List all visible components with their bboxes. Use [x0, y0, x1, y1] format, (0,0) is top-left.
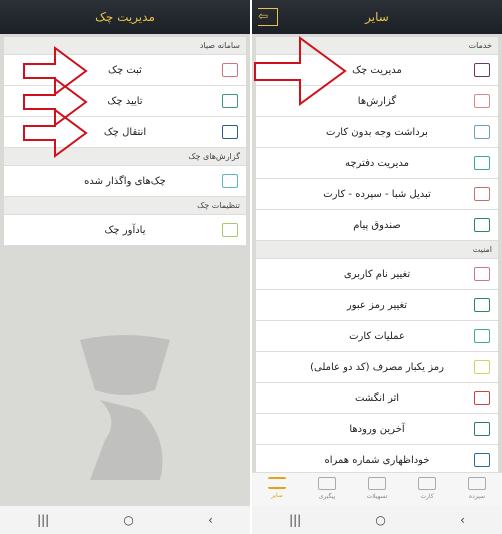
- otp-lock-icon: [474, 360, 490, 374]
- menu-icon: [268, 477, 286, 489]
- menu-item[interactable]: تبدیل شبا - سپرده - کارت: [256, 179, 498, 210]
- tracking-icon: [318, 477, 336, 490]
- menu-item[interactable]: تغییر رمز عبور: [256, 290, 498, 321]
- last-logins-icon: [474, 422, 490, 436]
- menu-item-label: عملیات کارت: [349, 331, 405, 342]
- menu-item-label: چک‌های واگذار شده: [84, 176, 166, 187]
- tab-deposit[interactable]: سپرده: [452, 473, 502, 506]
- logout-icon[interactable]: ⇦: [258, 8, 278, 26]
- menu-item[interactable]: عملیات کارت: [256, 321, 498, 352]
- menu-item[interactable]: برداشت وجه بدون کارت: [256, 117, 498, 148]
- check-management-screen: مدیریت چک سامانه صیاد ثبت چک تایید چک انتقا…: [0, 0, 250, 534]
- menu-item[interactable]: تغییر نام کاربری: [256, 259, 498, 290]
- reports-icon: [474, 94, 490, 108]
- system-navigation-bar: ||| ○ ‹: [252, 506, 502, 534]
- menu-item-label: انتقال چک: [103, 127, 147, 138]
- booklet-icon: [474, 156, 490, 170]
- menu-item[interactable]: چک‌های واگذار شده: [4, 166, 246, 197]
- check-confirm-icon: [222, 94, 238, 108]
- check-transfer-icon: [222, 125, 238, 139]
- services-menu-list: خدمات مدیریت چک گزارش‌ها برداشت وجه بدون کا…: [256, 37, 498, 476]
- card-icon: [418, 477, 436, 490]
- menu-item[interactable]: مدیریت چک: [256, 55, 498, 86]
- home-button[interactable]: ○: [123, 513, 133, 527]
- assigned-checks-icon: [222, 174, 238, 188]
- menu-item-label: یادآور چک: [104, 225, 146, 236]
- other-services-screen: سایر ⇦ خدمات مدیریت چک گزارش‌ها برداشت وجه …: [252, 0, 502, 534]
- check-reminder-icon: [222, 223, 238, 237]
- menu-item-label: تغییر رمز عبور: [346, 300, 408, 311]
- user-icon: [474, 267, 490, 281]
- menu-item-label: ثبت چک: [108, 65, 142, 76]
- menu-item-label: گزارش‌ها: [357, 96, 397, 107]
- tab-tracking[interactable]: پیگیری: [302, 473, 352, 506]
- menu-item[interactable]: آخرین ورودها: [256, 414, 498, 445]
- section-header: تنظیمات چک: [4, 197, 246, 215]
- menu-item-label: آخرین ورودها: [349, 424, 405, 435]
- section-header: خدمات: [256, 37, 498, 55]
- check-register-icon: [222, 63, 238, 77]
- back-button[interactable]: ‹: [208, 513, 213, 527]
- tab-label: پیگیری: [318, 493, 336, 500]
- cardless-withdrawal-icon: [474, 125, 490, 139]
- menu-item[interactable]: ثبت چک: [4, 55, 246, 86]
- menu-item-label: صندوق پیام: [353, 220, 401, 231]
- message-box-icon: [474, 218, 490, 232]
- section-header: گزارش‌های چک: [4, 148, 246, 166]
- menu-item[interactable]: یادآور چک: [4, 215, 246, 246]
- lock-icon: [474, 298, 490, 312]
- menu-item-label: تایید چک: [107, 96, 143, 107]
- watermark-logo: [80, 335, 170, 480]
- tab-label: سپرده: [469, 493, 485, 500]
- check-menu-list: سامانه صیاد ثبت چک تایید چک انتقال چک گزارش‌…: [4, 37, 246, 246]
- menu-item[interactable]: مدیریت دفترچه: [256, 148, 498, 179]
- back-button[interactable]: ‹: [460, 513, 465, 527]
- menu-item-label: خوداظهاری شماره همراه: [324, 455, 430, 466]
- home-button[interactable]: ○: [375, 513, 385, 527]
- menu-item-label: مدیریت چک: [352, 65, 402, 76]
- menu-item[interactable]: تایید چک: [4, 86, 246, 117]
- tab-card[interactable]: کارت: [402, 473, 452, 506]
- check-management-icon: [474, 63, 490, 77]
- menu-item-label: تغییر نام کاربری: [343, 269, 411, 280]
- tab-label: سایر: [271, 492, 283, 499]
- fingerprint-icon: [474, 391, 490, 405]
- sheba-convert-icon: [474, 187, 490, 201]
- header-title: مدیریت چک: [0, 0, 250, 34]
- card-icon: [474, 329, 490, 343]
- menu-item-label: تبدیل شبا - سپرده - کارت: [323, 189, 431, 200]
- menu-item-label: برداشت وجه بدون کارت: [326, 127, 428, 138]
- recents-button[interactable]: |||: [37, 513, 49, 527]
- deposit-icon: [468, 477, 486, 490]
- section-header: سامانه صیاد: [4, 37, 246, 55]
- menu-item[interactable]: رمز یکبار مصرف (کد دو عاملی): [256, 352, 498, 383]
- menu-item-label: اثر انگشت: [354, 393, 400, 404]
- tab-label: تسهیلات: [366, 493, 388, 500]
- recents-button[interactable]: |||: [289, 513, 301, 527]
- tab-menu[interactable]: سایر: [252, 473, 302, 506]
- menu-item[interactable]: انتقال چک: [4, 117, 246, 148]
- menu-item[interactable]: گزارش‌ها: [256, 86, 498, 117]
- mobile-icon: [474, 453, 490, 467]
- system-navigation-bar: ||| ○ ‹: [0, 506, 250, 534]
- section-header: امنیت: [256, 241, 498, 259]
- menu-item-label: مدیریت دفترچه: [345, 158, 409, 169]
- menu-item-label: رمز یکبار مصرف (کد دو عاملی): [310, 362, 444, 373]
- tab-label: کارت: [420, 493, 434, 500]
- header-title: سایر: [252, 0, 502, 34]
- tab-loans[interactable]: تسهیلات: [352, 473, 402, 506]
- bottom-tab-bar: سپرده کارت تسهیلات پیگیری سایر: [252, 472, 502, 506]
- loans-icon: [368, 477, 386, 490]
- menu-item[interactable]: صندوق پیام: [256, 210, 498, 241]
- menu-item[interactable]: اثر انگشت: [256, 383, 498, 414]
